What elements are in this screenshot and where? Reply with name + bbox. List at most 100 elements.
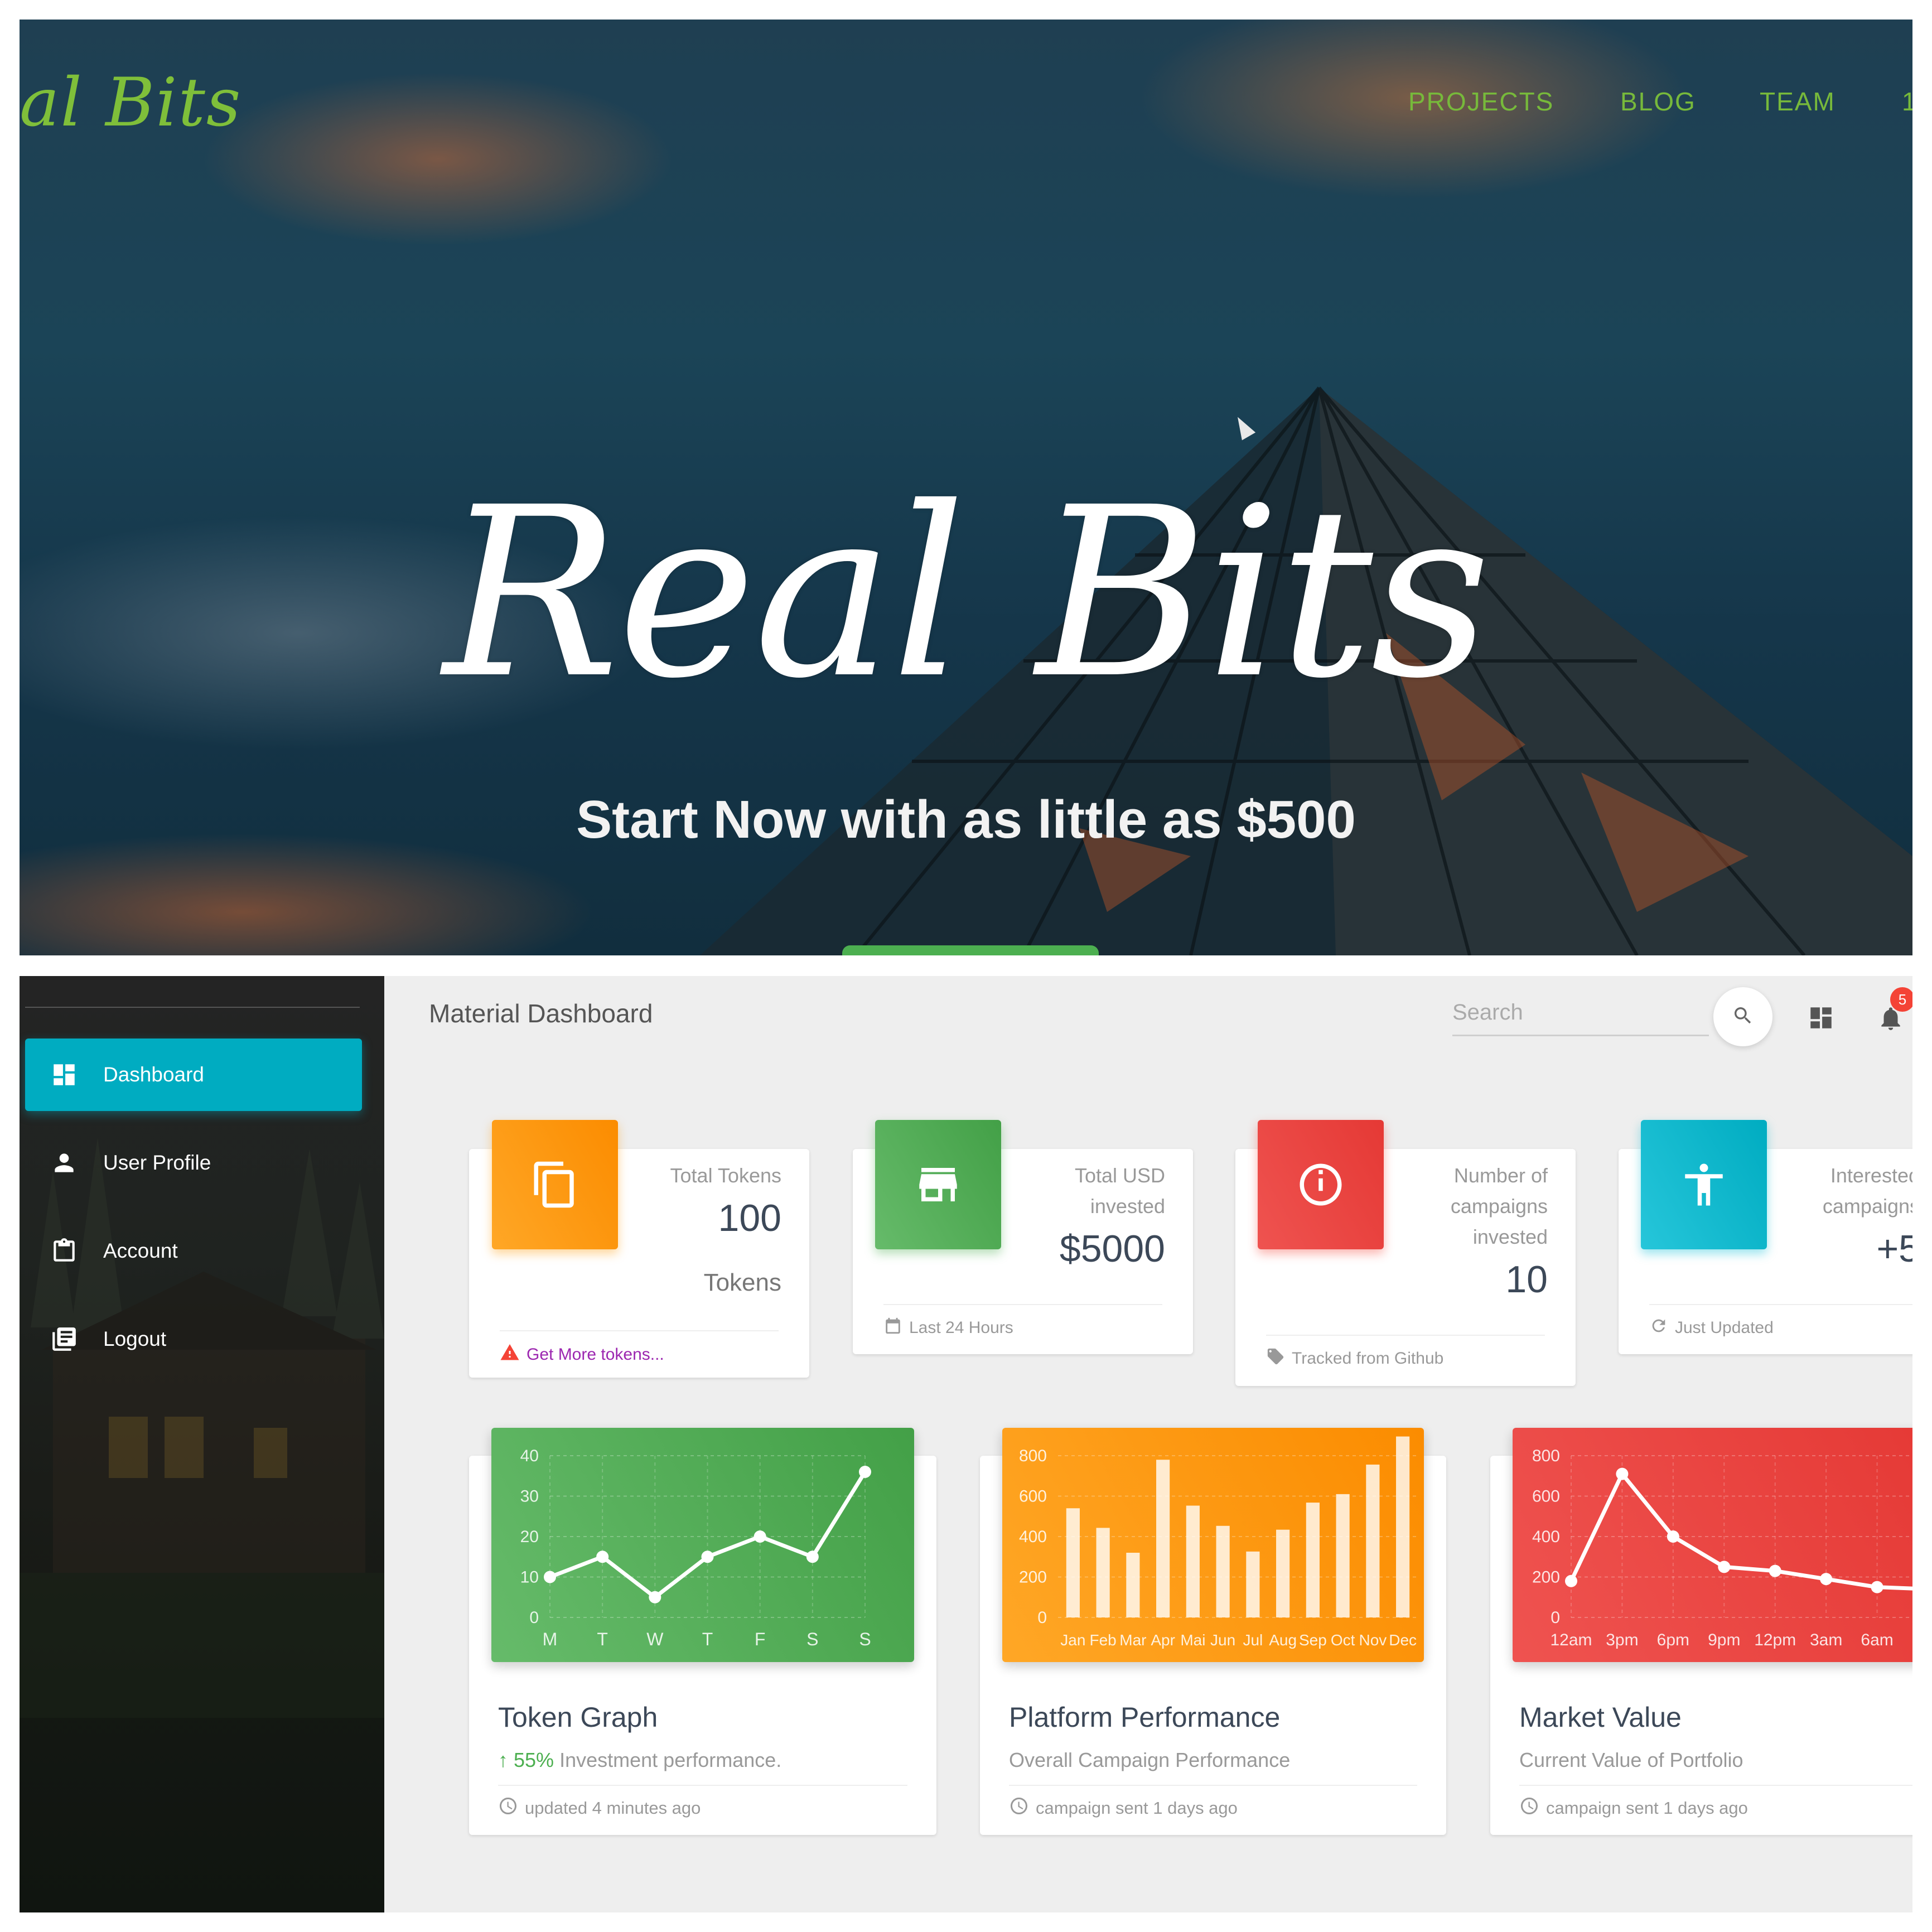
bar <box>1126 1553 1140 1617</box>
copy-icon <box>492 1120 618 1249</box>
dashboard-icon <box>47 1058 81 1091</box>
data-point <box>1769 1564 1781 1577</box>
market-value-chart: 020040060080012am3pm6pm9pm12pm3am6am9am <box>1513 1428 1912 1662</box>
stat-label: Total Tokens <box>670 1164 781 1187</box>
stat-value: 100 <box>718 1197 781 1239</box>
bar <box>1156 1460 1170 1617</box>
warning-icon <box>500 1342 520 1367</box>
chart-subtitle-text: Investment performance. <box>559 1749 782 1771</box>
chart-title: Platform Performance <box>1009 1702 1281 1733</box>
x-tick-label: Sep <box>1299 1631 1327 1649</box>
chart-subtitle: Current Value of Portfolio <box>1519 1749 1743 1771</box>
y-tick-label: 800 <box>1019 1447 1047 1465</box>
info-icon <box>1258 1120 1384 1249</box>
y-tick-label: 200 <box>1532 1568 1560 1587</box>
sidebar-item-logout[interactable]: Logout <box>25 1303 362 1375</box>
y-tick-label: 800 <box>1532 1447 1560 1465</box>
sidebar-item-dashboard[interactable]: Dashboard <box>25 1039 362 1111</box>
bar <box>1096 1528 1110 1617</box>
nav-link-blog[interactable]: BLOG <box>1620 86 1696 117</box>
search-input[interactable] <box>1452 990 1709 1036</box>
sidebar-item-user-profile[interactable]: User Profile <box>25 1127 362 1199</box>
sidebar-item-account[interactable]: Account <box>25 1215 362 1287</box>
data-point <box>1718 1561 1731 1573</box>
page-title: Material Dashboard <box>429 999 653 1028</box>
nav-link-projects[interactable]: PROJECTS <box>1408 86 1554 117</box>
stat-value: +5 <box>1876 1228 1912 1270</box>
x-tick-label: 3pm <box>1606 1631 1638 1649</box>
chart-subtitle: Overall Campaign Performance <box>1009 1749 1291 1771</box>
y-tick-label: 400 <box>1019 1528 1047 1546</box>
y-tick-label: 0 <box>1037 1609 1047 1627</box>
x-tick-label: Feb <box>1090 1631 1117 1649</box>
bar <box>1246 1551 1260 1617</box>
chart-footer-market-value: campaign sent 1 days ago <box>1519 1785 1912 1820</box>
bell-icon <box>1877 1007 1905 1036</box>
clock-icon <box>498 1796 518 1820</box>
chart-title: Market Value <box>1519 1702 1682 1733</box>
hero-brand-title: Real Bits <box>443 457 1491 730</box>
data-point <box>649 1591 661 1603</box>
grid-icon <box>1807 1007 1835 1034</box>
accessibility-icon <box>1641 1120 1767 1249</box>
y-tick-label: 40 <box>520 1447 539 1465</box>
x-tick-label: W <box>646 1629 664 1649</box>
person-icon <box>47 1146 81 1180</box>
x-tick-label: 3am <box>1810 1631 1842 1649</box>
search-icon <box>1732 1004 1754 1030</box>
chart-footer-token-graph: updated 4 minutes ago <box>498 1785 907 1820</box>
data-point <box>859 1466 871 1478</box>
chart-footer-platform-performance: campaign sent 1 days ago <box>1009 1785 1417 1820</box>
y-tick-label: 10 <box>520 1568 539 1587</box>
token-graph-chart: 0 10 20 30 40 M T W T F S S <box>491 1428 914 1662</box>
data-point <box>1616 1467 1629 1480</box>
hero-tagline: Start Now with as little as $500 <box>576 790 1356 849</box>
bar <box>1066 1508 1080 1617</box>
bar <box>1216 1525 1230 1617</box>
bar <box>1336 1494 1350 1617</box>
dashboard-screen: Dashboard User Profile Account Logout Ma… <box>20 976 1912 1912</box>
y-tick-label: 200 <box>1019 1568 1047 1587</box>
y-tick-label: 400 <box>1532 1528 1560 1546</box>
data-point <box>754 1530 766 1543</box>
chart-footer-text: campaign sent 1 days ago <box>1546 1798 1748 1818</box>
data-point <box>1871 1581 1883 1593</box>
sidebar-item-label: Account <box>103 1239 178 1262</box>
data-point <box>806 1551 819 1563</box>
calendar-icon <box>883 1316 902 1340</box>
sidebar-divider <box>25 1007 360 1008</box>
nav-link-team[interactable]: TEAM <box>1760 86 1836 117</box>
search-button[interactable] <box>1713 987 1772 1046</box>
hero-cta-button[interactable] <box>842 945 1099 955</box>
x-tick-label: Aug <box>1269 1631 1297 1649</box>
data-point <box>544 1571 556 1583</box>
x-tick-label: F <box>755 1629 766 1649</box>
stat-footer-text: Last 24 Hours <box>909 1318 1013 1337</box>
x-tick-label: 6pm <box>1657 1631 1689 1649</box>
data-point <box>701 1551 714 1563</box>
x-tick-label: 9pm <box>1708 1631 1740 1649</box>
sidebar-item-label: Logout <box>103 1327 167 1350</box>
nav-link-more[interactable]: 1 <box>1902 86 1912 117</box>
bar <box>1186 1505 1200 1617</box>
stat-footer[interactable]: Get More tokens... <box>500 1330 779 1367</box>
x-tick-label: Mar <box>1119 1631 1146 1649</box>
clock-icon <box>1519 1796 1539 1820</box>
x-tick-label: Oct <box>1331 1631 1355 1649</box>
bar <box>1366 1464 1380 1617</box>
site-logo[interactable]: al Bits <box>20 64 241 142</box>
x-tick-label: S <box>859 1629 871 1649</box>
sidebar-item-label: Dashboard <box>103 1063 205 1086</box>
market-value-svg: 020040060080012am3pm6pm9pm12pm3am6am9am <box>1532 1447 1912 1649</box>
stat-footer-text: Get More tokens... <box>527 1345 664 1364</box>
data-point <box>1667 1530 1679 1543</box>
main-content: Material Dashboard 5 Total Tokens 100 To… <box>384 976 1912 1912</box>
dashboard-grid-button[interactable] <box>1807 1004 1835 1032</box>
x-tick-label: T <box>597 1629 608 1649</box>
x-tick-label: M <box>543 1629 558 1649</box>
x-tick-label: Dec <box>1389 1631 1417 1649</box>
data-point <box>1565 1574 1577 1587</box>
clipboard-icon <box>47 1234 81 1268</box>
y-tick-label: 20 <box>520 1528 539 1546</box>
chart-footer-text: updated 4 minutes ago <box>525 1798 701 1818</box>
